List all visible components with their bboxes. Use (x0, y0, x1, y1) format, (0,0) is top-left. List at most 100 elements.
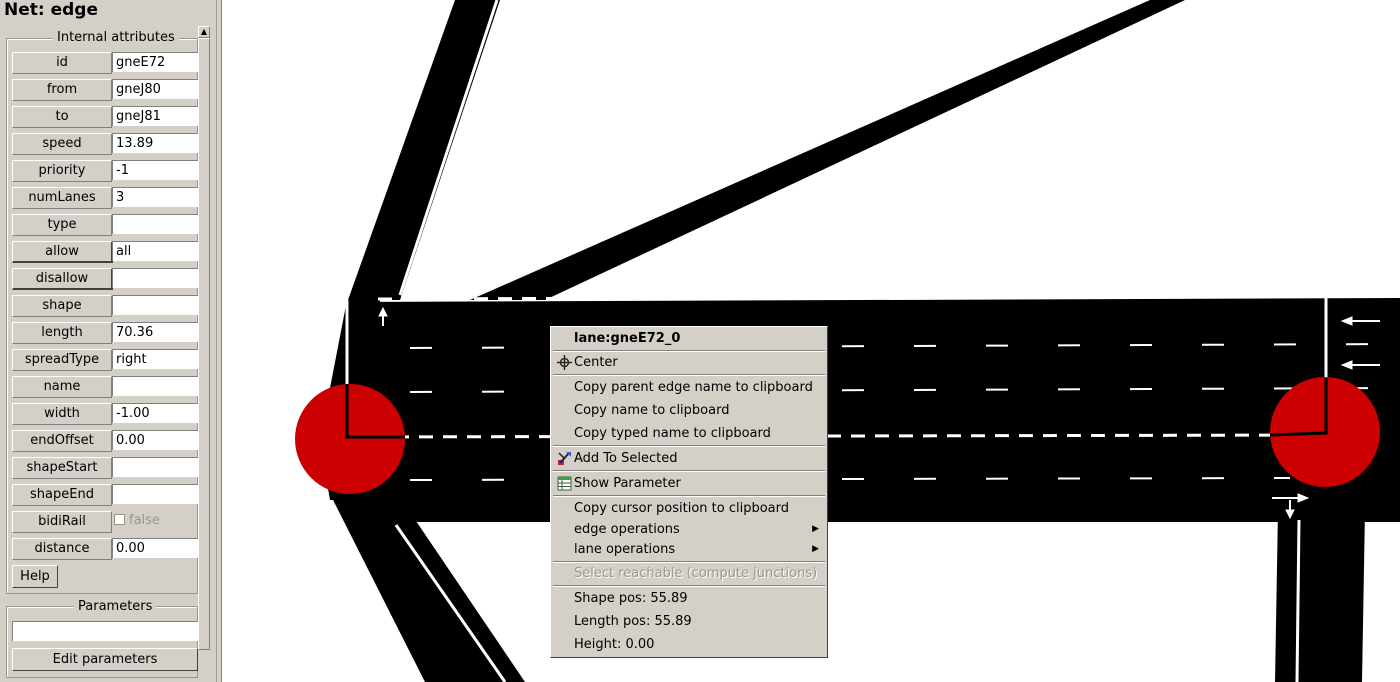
attribute-priority-field[interactable]: -1 (112, 160, 198, 180)
parameters-field[interactable] (12, 621, 198, 641)
attribute-row-speed: speed 13.89 (12, 133, 198, 155)
attribute-width-field[interactable]: -1.00 (112, 403, 198, 423)
internal-attributes-caption: Internal attributes (53, 30, 179, 45)
menu-info-shape-pos: Shape pos: 55.89 (574, 591, 688, 606)
menu-separator (553, 470, 825, 472)
attribute-row-to: to gneJ81 (12, 106, 198, 128)
attribute-id-field[interactable]: gneE72 (112, 52, 198, 72)
network-canvas[interactable]: lane:gneE72_0 Center Copy parent edge na… (222, 0, 1400, 682)
attribute-row-allow: allow all (12, 241, 198, 263)
attribute-row-numLanes: numLanes 3 (12, 187, 198, 209)
menu-item-select-reachable: Select reachable (compute junctions) (574, 566, 818, 581)
crosshair-icon (557, 355, 572, 370)
attribute-row-width: width -1.00 (12, 403, 198, 425)
attribute-row-distance: distance 0.00 (12, 538, 198, 560)
attribute-numLanes-button[interactable]: numLanes (12, 187, 112, 209)
edge-south[interactable] (1275, 510, 1365, 682)
menu-item-edge-operations[interactable]: edge operations ▶ (553, 519, 825, 540)
attribute-shape-field[interactable] (112, 295, 198, 315)
menu-separator (553, 374, 825, 376)
attribute-shapeStart-button[interactable]: shapeStart (12, 457, 112, 479)
attribute-numLanes-field[interactable]: 3 (112, 187, 198, 207)
chevron-right-icon: ▶ (812, 544, 819, 554)
attribute-length-button[interactable]: length (12, 322, 112, 344)
attribute-row-shapeEnd: shapeEnd (12, 484, 198, 506)
select-tool-icon (558, 452, 571, 465)
menu-title: lane:gneE72_0 (574, 331, 681, 346)
junction-gneJ80[interactable] (295, 384, 405, 494)
attribute-row-priority: priority -1 (12, 160, 198, 182)
attribute-row-bidiRail: bidiRail false (12, 511, 198, 533)
attribute-type-button[interactable]: type (12, 214, 112, 236)
menu-separator (553, 445, 825, 447)
attribute-distance-field[interactable]: 0.00 (112, 538, 198, 558)
attribute-row-endOffset: endOffset 0.00 (12, 430, 198, 452)
attribute-speed-field[interactable]: 13.89 (112, 133, 198, 153)
attribute-endOffset-field[interactable]: 0.00 (112, 430, 198, 450)
bidirail-checkbox-wrap: false (112, 511, 160, 531)
attribute-allow-field[interactable]: all (112, 241, 198, 261)
menu-item-show-parameter[interactable]: Show Parameter (553, 473, 825, 494)
panel-scrollbar[interactable]: ▲ (198, 26, 210, 650)
attribute-row-type: type (12, 214, 198, 236)
attributes-panel: Net: edge Internal attributes id gneE72 fr… (0, 0, 216, 682)
attribute-row-shape: shape (12, 295, 198, 317)
attribute-type-field[interactable] (112, 214, 198, 234)
menu-item-add-to-selected[interactable]: Add To Selected (553, 448, 825, 469)
attribute-to-field[interactable]: gneJ81 (112, 106, 198, 126)
attribute-disallow-button[interactable]: disallow (12, 268, 113, 290)
attribute-shapeEnd-field[interactable] (112, 484, 198, 504)
attribute-shapeStart-field[interactable] (112, 457, 198, 477)
attribute-shapeEnd-button[interactable]: shapeEnd (12, 484, 112, 506)
attribute-name-button[interactable]: name (12, 376, 112, 398)
scroll-up-arrow-icon[interactable]: ▲ (198, 26, 210, 38)
attribute-row-spreadType: spreadType right (12, 349, 198, 371)
menu-item-lane-operations[interactable]: lane operations ▶ (553, 539, 825, 560)
menu-item-center[interactable]: Center (553, 352, 825, 373)
attribute-endOffset-button[interactable]: endOffset (12, 430, 112, 452)
panel-title: Net: edge (4, 0, 98, 20)
bidirail-checkbox[interactable] (114, 514, 125, 525)
attribute-bidiRail-button[interactable]: bidiRail (12, 511, 112, 533)
attribute-row-name: name (12, 376, 198, 398)
attribute-length-field[interactable]: 70.36 (112, 322, 198, 342)
attribute-priority-button[interactable]: priority (12, 160, 112, 182)
attribute-spreadType-field[interactable]: right (112, 349, 198, 369)
attribute-row-length: length 70.36 (12, 322, 198, 344)
menu-info-height: Height: 0.00 (574, 637, 655, 652)
bidirail-value: false (129, 513, 160, 528)
attribute-width-button[interactable]: width (12, 403, 112, 425)
menu-item-copy-name[interactable]: Copy name to clipboard (553, 400, 825, 421)
attribute-row-shapeStart: shapeStart (12, 457, 198, 479)
lane-context-menu: lane:gneE72_0 Center Copy parent edge na… (550, 326, 828, 658)
help-button[interactable]: Help (12, 565, 58, 588)
attribute-name-field[interactable] (112, 376, 198, 396)
attribute-shape-button[interactable]: shape (12, 295, 112, 317)
menu-separator (553, 585, 825, 587)
attribute-from-button[interactable]: from (12, 79, 112, 101)
edge-north-diagonal[interactable] (470, 0, 1185, 300)
attribute-allow-button[interactable]: allow (12, 241, 113, 263)
attribute-spreadType-button[interactable]: spreadType (12, 349, 112, 371)
scroll-thumb[interactable] (198, 38, 210, 650)
attribute-row-disallow: disallow (12, 268, 198, 290)
attribute-to-button[interactable]: to (12, 106, 112, 128)
menu-separator (553, 495, 825, 497)
attribute-speed-button[interactable]: speed (12, 133, 112, 155)
attribute-row-id: id gneE72 (12, 52, 198, 74)
edge-south-divider (1295, 519, 1301, 682)
attribute-id-button[interactable]: id (12, 52, 112, 74)
chevron-right-icon: ▶ (812, 524, 819, 534)
edge-gneE72[interactable] (347, 298, 1400, 522)
menu-item-copy-parent-edge[interactable]: Copy parent edge name to clipboard (553, 377, 825, 398)
parameters-caption: Parameters (74, 599, 157, 614)
attribute-row-from: from gneJ80 (12, 79, 198, 101)
parameter-table-icon (557, 476, 572, 491)
menu-info-length-pos: Length pos: 55.89 (574, 614, 692, 629)
attribute-from-field[interactable]: gneJ80 (112, 79, 198, 99)
edit-parameters-button[interactable]: Edit parameters (12, 648, 198, 671)
attribute-disallow-field[interactable] (112, 268, 198, 288)
attribute-distance-button[interactable]: distance (12, 538, 112, 560)
menu-item-copy-cursor-position[interactable]: Copy cursor position to clipboard (553, 498, 825, 519)
menu-item-copy-typed-name[interactable]: Copy typed name to clipboard (553, 423, 825, 444)
